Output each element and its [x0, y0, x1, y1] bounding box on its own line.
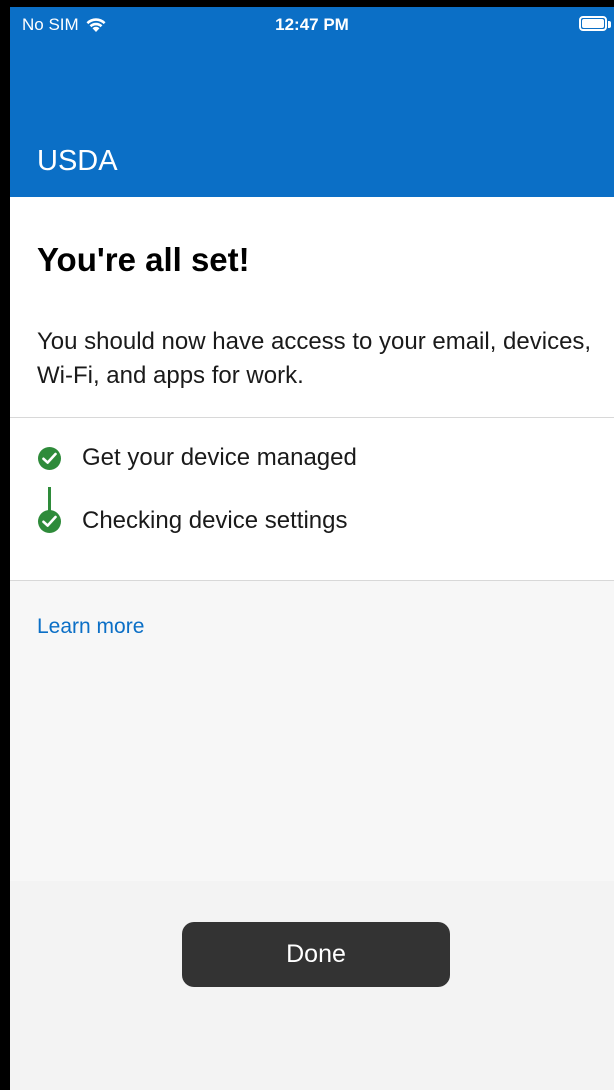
app-header: No SIM 12:47 PM USDA: [10, 7, 614, 197]
footer-bar: Done: [10, 881, 614, 1090]
step-item-checking-settings: Checking device settings: [38, 504, 347, 538]
check-circle-icon: [38, 446, 61, 470]
status-bar: No SIM 12:47 PM: [10, 7, 614, 41]
done-button[interactable]: Done: [182, 922, 450, 987]
status-time: 12:47 PM: [275, 15, 349, 34]
step-label: Checking device settings: [82, 507, 348, 534]
page-description: You should now have access to your email…: [37, 328, 592, 389]
app-screen: No SIM 12:47 PM USDA You're all set! You…: [10, 7, 614, 1090]
section-divider: [10, 580, 614, 581]
enrollment-summary: You're all set! You should now have acce…: [10, 197, 614, 580]
battery-level: [582, 19, 604, 28]
step-label: Get your device managed: [82, 444, 357, 471]
organization-title: USDA: [37, 145, 118, 177]
battery-tip: [608, 21, 611, 28]
check-circle-icon: [38, 509, 61, 533]
learn-more-link[interactable]: Learn more: [37, 615, 144, 639]
section-divider: [10, 417, 614, 418]
page-title: You're all set!: [37, 241, 250, 278]
step-item-device-managed: Get your device managed: [38, 441, 357, 475]
battery-icon: [579, 16, 607, 31]
